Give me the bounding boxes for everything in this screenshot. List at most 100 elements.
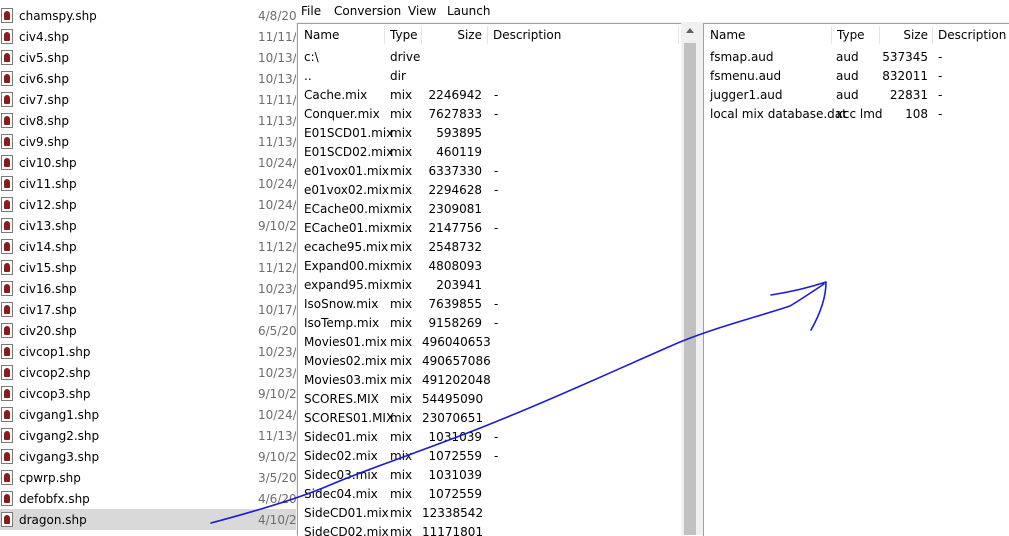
header-description[interactable]: Description bbox=[493, 28, 561, 42]
explorer-file-row[interactable]: civ15.shp 11/12/ bbox=[0, 257, 296, 278]
table-row[interactable]: SideCD02.mix mix 11171801 bbox=[298, 523, 681, 536]
explorer-file-row[interactable]: civ11.shp 10/24/ bbox=[0, 173, 296, 194]
file-name: civ16.shp bbox=[19, 281, 77, 296]
explorer-file-row[interactable]: civ5.shp 10/13/ bbox=[0, 47, 296, 68]
table-row[interactable]: fsmap.aud aud 537345- bbox=[704, 48, 1009, 67]
shp-file-icon bbox=[1, 281, 13, 296]
menu-conversion[interactable]: Conversion bbox=[334, 4, 401, 18]
file-name: civ5.shp bbox=[19, 50, 69, 65]
table-row[interactable]: SCORES01.MIX mix 23070651 bbox=[298, 409, 681, 428]
cell-name: Cache.mix bbox=[304, 88, 368, 102]
table-row[interactable]: IsoTemp.mix mix 9158269- bbox=[298, 314, 681, 333]
header-name[interactable]: Name bbox=[304, 28, 339, 42]
cell-size: 2246942 bbox=[428, 88, 482, 102]
header-name[interactable]: Name bbox=[710, 28, 745, 42]
explorer-file-row[interactable]: civ10.shp 10/24/ bbox=[0, 152, 296, 173]
explorer-file-row[interactable]: defobfx.shp 4/6/20 bbox=[0, 488, 296, 509]
cell-type: mix bbox=[390, 449, 413, 463]
header-size[interactable]: Size bbox=[422, 28, 482, 42]
explorer-file-row[interactable]: cpwrp.shp 3/5/20 bbox=[0, 467, 296, 488]
explorer-file-row[interactable]: civcop2.shp 10/23/ bbox=[0, 362, 296, 383]
file-date: 3/5/20 bbox=[258, 470, 296, 485]
explorer-file-list: chamspy.shp 4/8/20 civ4.shp 11/11/civ5.shp 1… bbox=[0, 0, 296, 535]
cell-description: - bbox=[494, 316, 499, 330]
table-row[interactable]: Movies02.mix mix 490657086 bbox=[298, 352, 681, 371]
file-name: civ7.shp bbox=[19, 92, 69, 107]
file-date: 11/13/ bbox=[258, 113, 296, 128]
menu-file[interactable]: File bbox=[301, 4, 321, 18]
file-name: cpwrp.shp bbox=[19, 470, 81, 485]
table-row[interactable]: Movies01.mix mix 496040653 bbox=[298, 333, 681, 352]
shp-file-icon bbox=[1, 470, 13, 485]
explorer-file-row[interactable]: civgang2.shp 11/13/ bbox=[0, 425, 296, 446]
explorer-file-row[interactable]: civ8.shp 11/13/ bbox=[0, 110, 296, 131]
table-row[interactable]: SCORES.MIX mix 54495090 bbox=[298, 390, 681, 409]
table-row[interactable]: Sidec03.mix mix 1031039 bbox=[298, 466, 681, 485]
table-row[interactable]: ecache95.mix mix 2548732 bbox=[298, 238, 681, 257]
table-row[interactable]: Expand00.mix mix 4808093 bbox=[298, 257, 681, 276]
table-row[interactable]: E01SCD02.mix mix 460119 bbox=[298, 143, 681, 162]
explorer-file-row[interactable]: dragon.shp 4/10/2 bbox=[0, 509, 296, 530]
scroll-up-arrow-icon[interactable] bbox=[686, 28, 694, 33]
table-row[interactable]: Sidec01.mix mix 1031039- bbox=[298, 428, 681, 447]
table-row[interactable]: e01vox02.mix mix 2294628- bbox=[298, 181, 681, 200]
table-row[interactable]: Sidec02.mix mix 1072559- bbox=[298, 447, 681, 466]
menu-launch[interactable]: Launch bbox=[447, 4, 490, 18]
explorer-file-row[interactable]: civgang3.shp 9/10/2 bbox=[0, 446, 296, 467]
table-row[interactable]: E01SCD01.mix mix 593895 bbox=[298, 124, 681, 143]
explorer-file-row[interactable]: civ7.shp 11/11/ bbox=[0, 89, 296, 110]
shp-file-icon bbox=[1, 344, 13, 359]
explorer-file-row[interactable]: civcop3.shp 9/10/2 bbox=[0, 383, 296, 404]
header-type[interactable]: Type bbox=[837, 28, 865, 42]
table-row[interactable]: c:\ drive bbox=[298, 48, 681, 67]
table-row[interactable]: SideCD01.mix mix 12338542 bbox=[298, 504, 681, 523]
explorer-file-row[interactable]: civ4.shp 11/11/ bbox=[0, 26, 296, 47]
table-row[interactable]: ECache00.mix mix 2309081 bbox=[298, 200, 681, 219]
table-row[interactable]: Conquer.mix mix 7627833- bbox=[298, 105, 681, 124]
left-pane-scrollbar[interactable] bbox=[682, 23, 698, 535]
table-row[interactable]: Cache.mix mix 2246942- bbox=[298, 86, 681, 105]
explorer-file-row[interactable]: civ14.shp 11/12/ bbox=[0, 236, 296, 257]
table-row[interactable]: Movies03.mix mix 491202048 bbox=[298, 371, 681, 390]
explorer-file-row[interactable]: civ9.shp 11/13/ bbox=[0, 131, 296, 152]
cell-type: mix bbox=[390, 278, 413, 292]
explorer-file-row[interactable]: civ16.shp 10/23/ bbox=[0, 278, 296, 299]
cell-type: mix bbox=[390, 259, 413, 273]
explorer-file-row[interactable]: civgang1.shp 10/24/ bbox=[0, 404, 296, 425]
left-file-pane[interactable]: Name Type Size Description c:\ drive.. dir… bbox=[297, 23, 681, 536]
table-row[interactable]: jugger1.aud aud 22831- bbox=[704, 86, 1009, 105]
file-date: 10/17/ bbox=[258, 302, 296, 317]
explorer-file-row[interactable]: civ17.shp 10/17/ bbox=[0, 299, 296, 320]
cell-name: IsoSnow.mix bbox=[304, 297, 379, 311]
header-type[interactable]: Type bbox=[390, 28, 418, 42]
explorer-file-row[interactable]: chamspy.shp 4/8/20 bbox=[0, 5, 296, 26]
scrollbar-thumb[interactable] bbox=[684, 43, 696, 535]
file-name: civgang3.shp bbox=[19, 449, 100, 464]
cell-size: 460119 bbox=[436, 145, 482, 159]
header-description[interactable]: Description bbox=[938, 28, 1006, 42]
cell-size: 11171801 bbox=[422, 525, 484, 536]
menu-view[interactable]: View bbox=[408, 4, 436, 18]
explorer-file-row[interactable]: civ12.shp 10/24/ bbox=[0, 194, 296, 215]
header-size[interactable]: Size bbox=[880, 28, 928, 42]
explorer-file-row[interactable]: civcop1.shp 10/23/ bbox=[0, 341, 296, 362]
explorer-file-row[interactable]: civ13.shp 9/10/2 bbox=[0, 215, 296, 236]
explorer-file-row[interactable]: civ6.shp 10/13/ bbox=[0, 68, 296, 89]
explorer-file-row[interactable]: civ20.shp 6/5/20 bbox=[0, 320, 296, 341]
table-row[interactable]: e01vox01.mix mix 6337330- bbox=[298, 162, 681, 181]
table-row[interactable]: ECache01.mix mix 2147756- bbox=[298, 219, 681, 238]
table-row[interactable]: Sidec04.mix mix 1072559 bbox=[298, 485, 681, 504]
file-name: civcop1.shp bbox=[19, 344, 91, 359]
shp-file-icon bbox=[1, 260, 13, 275]
cell-type: mix bbox=[390, 221, 413, 235]
table-row[interactable]: fsmenu.aud aud 832011- bbox=[704, 67, 1009, 86]
table-row[interactable]: expand95.mix mix 203941 bbox=[298, 276, 681, 295]
cell-size: 537345 bbox=[882, 50, 928, 64]
table-row[interactable]: IsoSnow.mix mix 7639855- bbox=[298, 295, 681, 314]
file-date: 10/24/ bbox=[258, 197, 296, 212]
table-row[interactable]: .. dir bbox=[298, 67, 681, 86]
table-row[interactable]: local mix database.dat xcc lmd 108- bbox=[704, 105, 1009, 124]
file-date: 11/13/ bbox=[258, 134, 296, 149]
cell-type: mix bbox=[390, 240, 413, 254]
right-file-pane[interactable]: Name Type Size Description fsmap.aud aud 5… bbox=[703, 23, 1009, 536]
